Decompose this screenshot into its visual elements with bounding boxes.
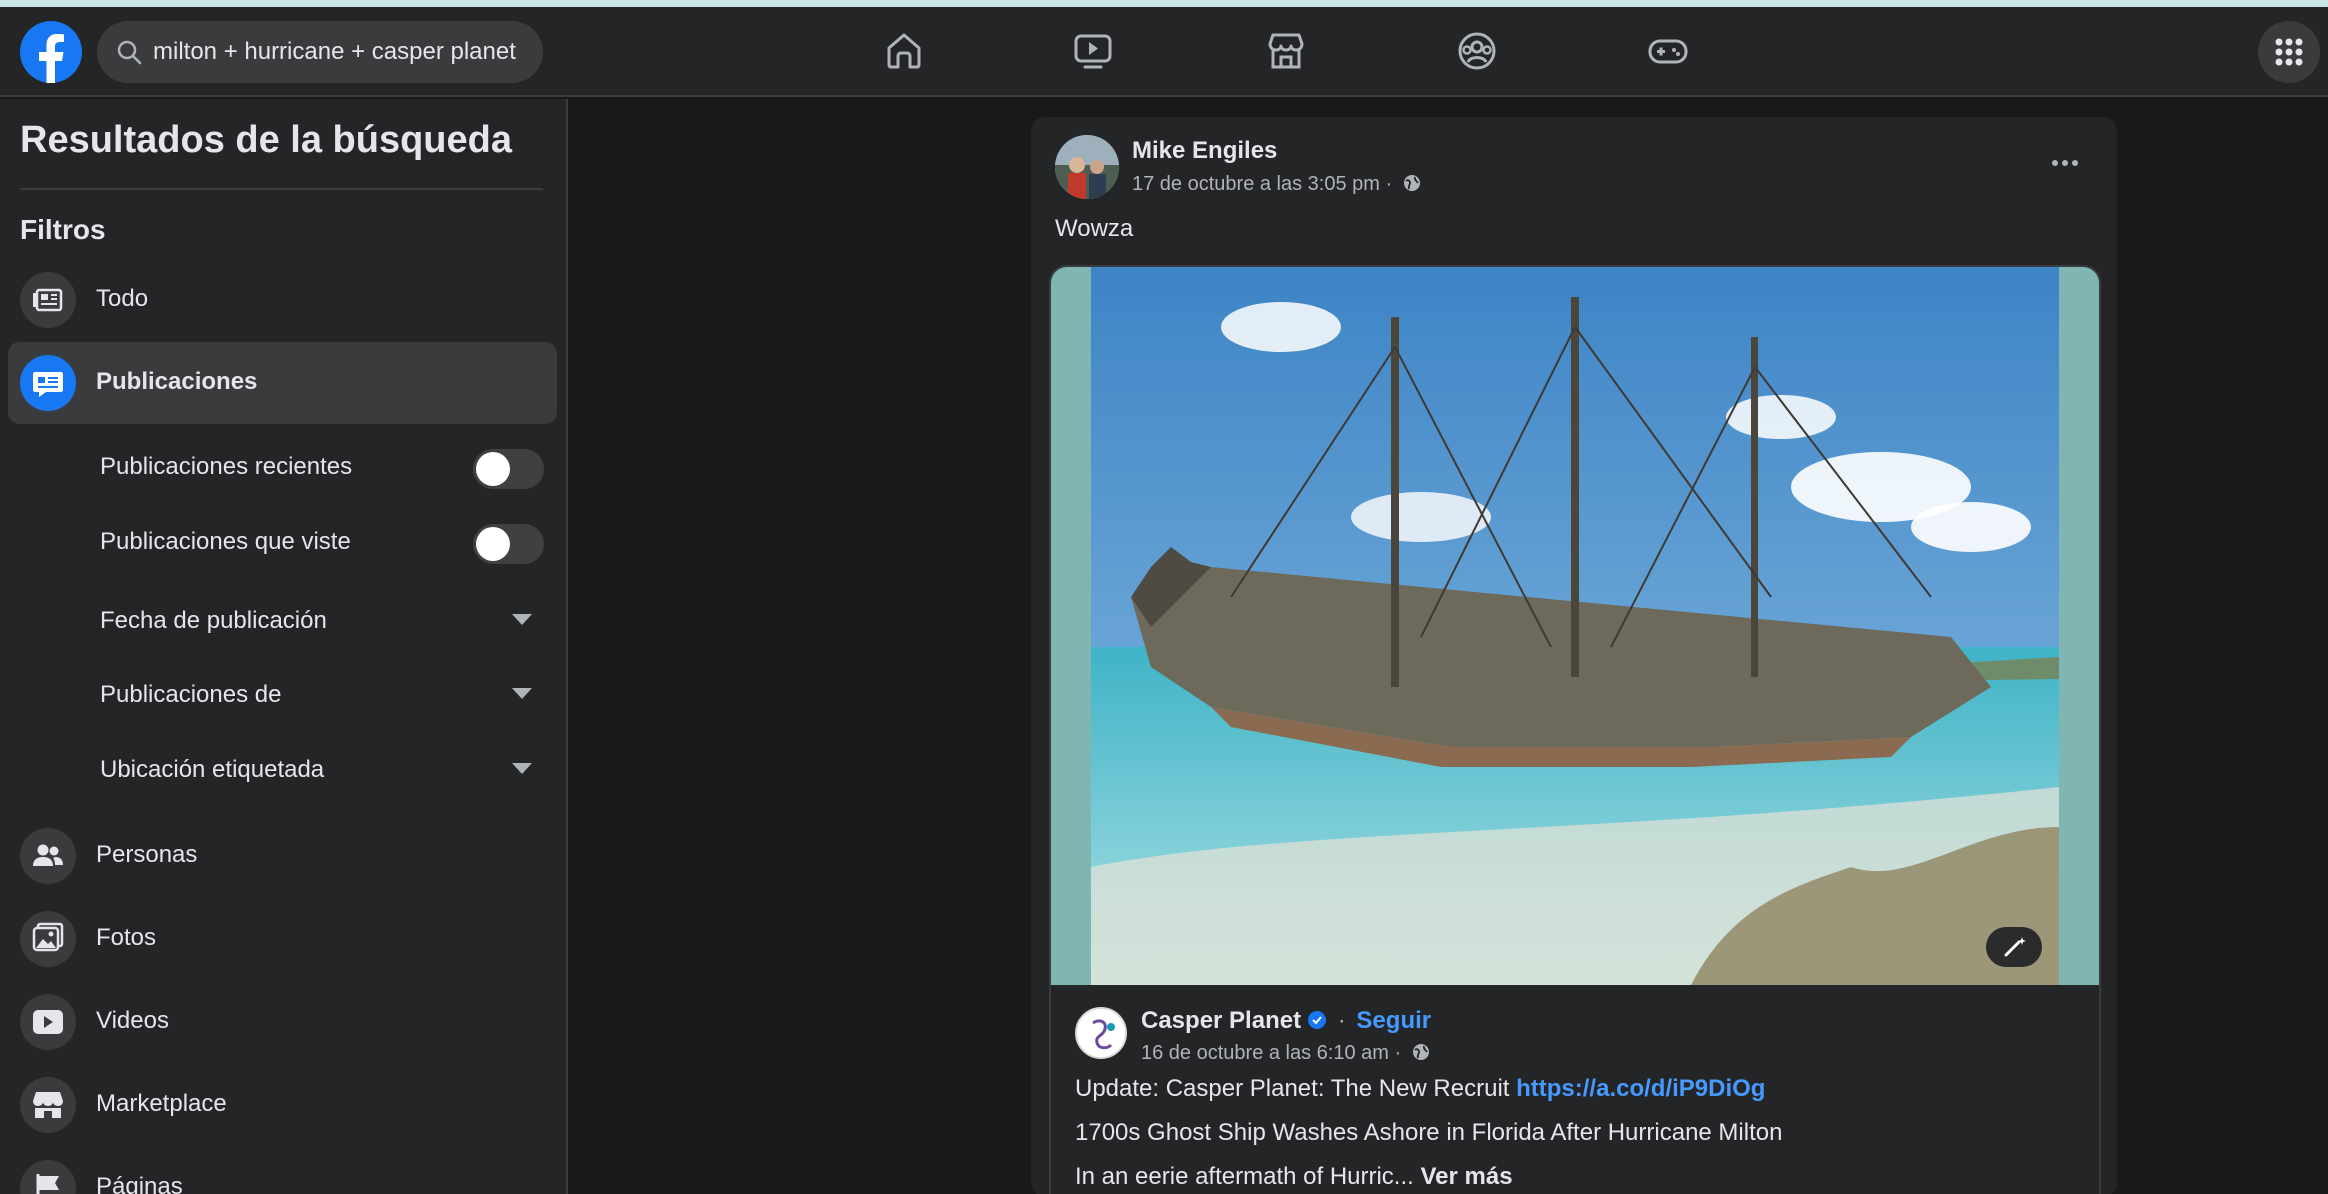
filter-seen-posts: Publicaciones que viste [100,512,550,572]
public-globe-icon [1412,1044,1429,1060]
page-avatar[interactable] [1075,1007,1127,1059]
caret-down-icon [512,763,532,774]
shared-update-line: Update: Casper Planet: The New Recruit h… [1075,1075,1765,1103]
separator-dot: · [1337,1007,1346,1034]
shared-post-photo[interactable] [1051,267,2099,985]
filter-label: Publicaciones recientes [100,453,353,480]
timestamp-text: 17 de octubre a las 3:05 pm · [1132,173,1393,195]
sidebar-item-paginas[interactable]: Páginas [8,1147,557,1194]
timestamp-text: 16 de octubre a las 6:10 am · [1141,1042,1402,1064]
caret-down-icon [512,614,532,625]
shared-headline: 1700s Ghost Ship Washes Ashore in Florid… [1075,1119,1783,1146]
sidebar-item-label: Fotos [96,924,157,951]
home-icon[interactable] [882,29,926,73]
caret-down-icon [512,688,532,699]
sidebar-item-fotos[interactable]: Fotos [8,898,557,980]
app-grid-menu-icon[interactable] [2258,21,2320,83]
sidebar-item-videos[interactable]: Videos [8,981,557,1063]
sidebar-item-marketplace[interactable]: Marketplace [8,1064,557,1146]
window-top-edge [0,0,2328,7]
sidebar-item-label: Personas [96,841,198,868]
filter-label: Publicaciones de [100,681,282,708]
filter-date-dropdown[interactable]: Fecha de publicación [100,591,550,651]
verified-badge-icon [1308,1011,1327,1029]
sidebar-item-label: Marketplace [96,1090,227,1117]
magic-wand-edit-icon[interactable] [1986,927,2042,967]
post-text: Wowza [1055,215,1134,242]
seen-posts-toggle[interactable] [473,524,544,564]
all-results-icon [20,272,76,328]
marketplace-store-icon[interactable] [1264,29,1308,73]
sidebar-item-label: Páginas [96,1173,183,1194]
update-text: Update: Casper Planet: The New Recruit [1075,1075,1510,1102]
shared-link[interactable]: https://a.co/d/iP9DiOg [1516,1075,1765,1102]
filter-tagged-location-dropdown[interactable]: Ubicación etiquetada [100,740,550,800]
shared-post-timestamp[interactable]: 16 de octubre a las 6:10 am · [1141,1042,1431,1065]
shared-post: Casper Planet · Seguir 16 de octubre a l… [1049,265,2101,1194]
video-icon [20,994,76,1050]
filter-label: Ubicación etiquetada [100,756,325,783]
sidebar-item-label: Publicaciones [96,368,258,395]
sidebar-title: Resultados de la búsqueda [20,119,512,161]
pages-flag-icon [20,1160,76,1194]
post-card: Mike Engiles 17 de octubre a las 3:05 pm… [1031,117,2117,1194]
page-name[interactable]: Casper Planet [1141,1007,1301,1034]
photos-icon [20,911,76,967]
filter-label: Fecha de publicación [100,607,327,634]
post-timestamp[interactable]: 17 de octubre a las 3:05 pm · [1132,173,1422,196]
search-icon [117,40,142,65]
more-options-icon[interactable] [2047,145,2083,181]
recent-posts-toggle[interactable] [473,449,544,489]
gaming-controller-icon[interactable] [1646,29,1690,73]
sidebar-item-label: Videos [96,1007,169,1034]
groups-icon[interactable] [1455,29,1499,73]
filter-posts-from-dropdown[interactable]: Publicaciones de [100,665,550,725]
shared-excerpt-line: In an eerie aftermath of Hurric... Ver m… [1075,1163,1513,1191]
posts-icon [20,355,76,411]
post-author-name[interactable]: Mike Engiles [1132,137,1277,165]
toggle-knob [476,452,510,486]
filters-heading: Filtros [20,214,106,245]
sidebar-item-todo[interactable]: Todo [8,259,557,341]
video-watch-icon[interactable] [1071,29,1115,73]
shared-page-header: Casper Planet · Seguir [1141,1007,1431,1035]
search-box[interactable] [97,21,543,83]
search-filters-sidebar: Resultados de la búsqueda Filtros Todo P… [0,99,568,1194]
filter-label: Publicaciones que viste [100,528,351,555]
sidebar-item-publicaciones[interactable]: Publicaciones [8,342,557,424]
author-avatar[interactable] [1055,135,1119,199]
divider [20,188,543,190]
public-globe-icon [1403,175,1420,191]
follow-button[interactable]: Seguir [1356,1007,1431,1034]
excerpt-text: In an eerie aftermath of Hurric... [1075,1163,1414,1190]
toggle-knob [476,527,510,561]
filter-recent-posts: Publicaciones recientes [100,437,550,497]
facebook-logo-icon[interactable] [20,21,82,83]
sidebar-item-personas[interactable]: Personas [8,815,557,897]
people-icon [20,828,76,884]
marketplace-icon [20,1077,76,1133]
search-input[interactable] [153,33,529,71]
sidebar-item-label: Todo [96,285,149,312]
top-navigation-bar [0,7,2328,97]
see-more-link[interactable]: Ver más [1420,1163,1512,1190]
